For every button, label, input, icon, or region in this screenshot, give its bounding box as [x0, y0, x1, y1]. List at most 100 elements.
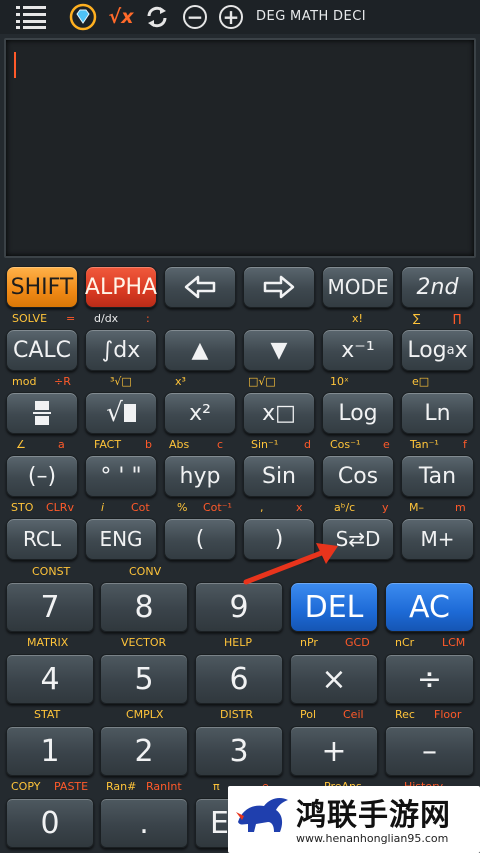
label-imaginary: i — [101, 501, 105, 514]
multiply-button[interactable]: × — [290, 654, 378, 704]
ln-button[interactable]: Ln — [401, 392, 474, 434]
label-percent: % — [177, 501, 188, 514]
alpha-button[interactable]: ALPHA — [85, 266, 157, 308]
up-arrow-icon: ▲ — [191, 337, 209, 363]
digit-3-button[interactable]: 3 — [195, 726, 283, 776]
eng-button[interactable]: ENG — [85, 518, 157, 560]
label-pi: π — [213, 780, 220, 793]
integral-button[interactable]: ∫dx — [85, 329, 157, 371]
diamond-icon[interactable] — [68, 3, 98, 31]
second-function-button[interactable]: 2nd — [401, 266, 474, 308]
tan-button[interactable]: Tan — [401, 455, 474, 497]
label-equals: = — [66, 312, 76, 325]
log-button[interactable]: Log — [322, 392, 394, 434]
power-button[interactable]: x□ — [243, 392, 315, 434]
second-label: 2nd — [416, 274, 459, 300]
label-ddx: d/dx — [94, 312, 119, 325]
calculator-display[interactable] — [4, 38, 476, 258]
sqrt-button[interactable]: √ — [85, 392, 157, 434]
exponent-label: E — [210, 805, 229, 841]
add-label: + — [321, 733, 347, 769]
digit-2-button[interactable]: 2 — [100, 726, 188, 776]
watermark-title: 鸿联手游网 — [296, 798, 451, 833]
divide-button[interactable]: ÷ — [385, 654, 474, 704]
subtract-button[interactable]: – — [385, 726, 474, 776]
divide-label: ÷ — [416, 661, 443, 697]
degree-minute-second-button[interactable]: ° ' " — [85, 455, 157, 497]
digit-5-label: 5 — [134, 661, 154, 697]
calc-button[interactable]: CALC — [6, 329, 78, 371]
digit-7-button[interactable]: 7 — [6, 582, 94, 632]
label-var-e: e — [383, 438, 390, 451]
digit-6-label: 6 — [229, 661, 249, 697]
hyp-label: hyp — [179, 463, 221, 489]
dms-label: ° ' " — [100, 463, 142, 489]
calc-label: CALC — [12, 337, 72, 363]
m-plus-button[interactable]: M+ — [401, 518, 474, 560]
shift-button[interactable]: SHIFT — [6, 266, 78, 308]
square-button[interactable]: x² — [164, 392, 236, 434]
label-cube-root: ³√□ — [110, 375, 132, 388]
bull-logo-icon — [236, 798, 288, 832]
cos-button[interactable]: Cos — [322, 455, 394, 497]
refresh-icon[interactable] — [143, 3, 171, 31]
inverse-button[interactable]: x⁻¹ — [322, 329, 394, 371]
zoom-out-icon[interactable]: − — [182, 3, 208, 31]
angle-mode-deg[interactable]: DEG — [256, 9, 286, 24]
inverse-label: x⁻¹ — [341, 337, 375, 363]
label-arccos: Cos⁻¹ — [330, 438, 361, 451]
add-button[interactable]: + — [290, 726, 378, 776]
input-mode-math[interactable]: MATH — [290, 9, 329, 24]
label-ceil: Ceil — [343, 708, 364, 721]
digit-6-button[interactable]: 6 — [195, 654, 283, 704]
label-copy: COPY — [11, 780, 41, 793]
digit-5-button[interactable]: 5 — [100, 654, 188, 704]
label-cube: x³ — [175, 375, 186, 388]
label-conv: CONV — [129, 565, 162, 578]
label-var-m: m — [455, 501, 466, 514]
label-matrix: MATRIX — [27, 636, 69, 649]
cursor-right-button[interactable] — [243, 266, 315, 308]
number-format-deci[interactable]: DECI — [333, 9, 366, 24]
label-fact: FACT — [94, 438, 122, 451]
label-ran: Ran# — [106, 780, 137, 793]
watermark-banner: 鸿联手游网 www.henanhonglian95.com — [228, 786, 480, 853]
all-clear-label: AC — [409, 589, 450, 625]
label-product: ∏ — [453, 312, 462, 325]
fraction-button[interactable] — [6, 392, 78, 434]
digit-0-button[interactable]: 0 — [6, 798, 94, 848]
eng-label: ENG — [99, 527, 143, 551]
sqrt-icon: √ — [106, 398, 123, 428]
label-clrv: CLRv — [46, 501, 74, 514]
rcl-button[interactable]: RCL — [6, 518, 78, 560]
digit-8-button[interactable]: 8 — [100, 582, 188, 632]
cursor-up-button[interactable]: ▲ — [164, 329, 236, 371]
zoom-in-icon[interactable]: + — [218, 3, 244, 31]
all-clear-button[interactable]: AC — [385, 582, 474, 632]
sin-button[interactable]: Sin — [243, 455, 315, 497]
mode-label: MODE — [327, 275, 389, 299]
shift-label: SHIFT — [10, 274, 74, 300]
digit-1-button[interactable]: 1 — [6, 726, 94, 776]
square-label: x² — [189, 400, 211, 426]
decimal-point-button[interactable]: . — [100, 798, 188, 848]
hamburger-menu-icon[interactable] — [14, 3, 48, 31]
left-paren-button[interactable]: ( — [164, 518, 236, 560]
sqrt-x-icon[interactable]: √x — [106, 3, 136, 31]
cursor-left-button[interactable] — [164, 266, 236, 308]
negative-button[interactable]: (–) — [6, 455, 78, 497]
label-gcd: GCD — [345, 636, 370, 649]
hyp-button[interactable]: hyp — [164, 455, 236, 497]
rcl-label: RCL — [22, 527, 61, 551]
label-m-minus: M– — [409, 501, 424, 514]
sqrt-box — [123, 404, 136, 422]
top-toolbar: √x − + DEG MATH DECI — [0, 0, 480, 34]
log-base-sub: a — [446, 342, 455, 358]
digit-8-label: 8 — [134, 589, 154, 625]
digit-4-button[interactable]: 4 — [6, 654, 94, 704]
label-var-d: d — [304, 438, 311, 451]
cursor-down-button[interactable]: ▼ — [243, 329, 315, 371]
log-base-button[interactable]: Log a x — [401, 329, 474, 371]
fraction-icon — [33, 401, 51, 425]
mode-button[interactable]: MODE — [322, 266, 394, 308]
